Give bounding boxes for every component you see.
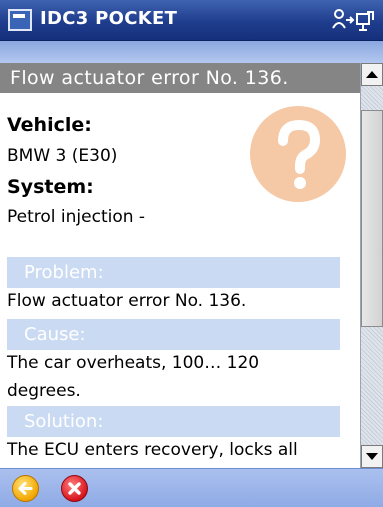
page-title: Flow actuator error No. 136.	[0, 63, 360, 93]
scroll-down-button[interactable]	[361, 445, 383, 468]
vehicle-value: BMW 3 (E30)	[7, 146, 118, 166]
connectivity-icon[interactable]	[329, 6, 375, 34]
vehicle-label: Vehicle:	[7, 114, 92, 136]
solution-text: The ECU enters recovery, locks all	[7, 440, 298, 460]
problem-text: Flow actuator error No. 136.	[7, 291, 247, 311]
title-bar: IDC3 POCKET	[0, 0, 383, 41]
error-detail-panel: Vehicle: BMW 3 (E30) System: Petrol inje…	[0, 93, 360, 468]
app-title: IDC3 POCKET	[40, 8, 178, 29]
bottom-toolbar	[0, 468, 383, 507]
app-icon	[8, 9, 32, 31]
scroll-up-button[interactable]	[361, 63, 383, 86]
question-mark-icon	[250, 106, 346, 202]
system-value: Petrol injection -	[7, 207, 146, 227]
scroll-thumb[interactable]	[361, 110, 383, 327]
system-label: System:	[7, 176, 94, 198]
title-band	[0, 41, 383, 63]
arrow-up-icon	[366, 71, 378, 78]
cause-text-line-1: The car overheats, 100… 120	[7, 353, 260, 373]
solution-section-header: Solution:	[7, 406, 340, 437]
close-icon	[68, 482, 81, 495]
cause-section-header: Cause:	[7, 319, 340, 350]
back-button[interactable]	[12, 475, 39, 502]
arrow-down-icon	[366, 453, 378, 460]
cause-text-line-2: degrees.	[7, 381, 81, 401]
back-arrow-icon	[18, 482, 33, 495]
close-button[interactable]	[61, 475, 88, 502]
scrollbar[interactable]	[360, 63, 383, 468]
problem-section-header: Problem:	[7, 257, 340, 288]
